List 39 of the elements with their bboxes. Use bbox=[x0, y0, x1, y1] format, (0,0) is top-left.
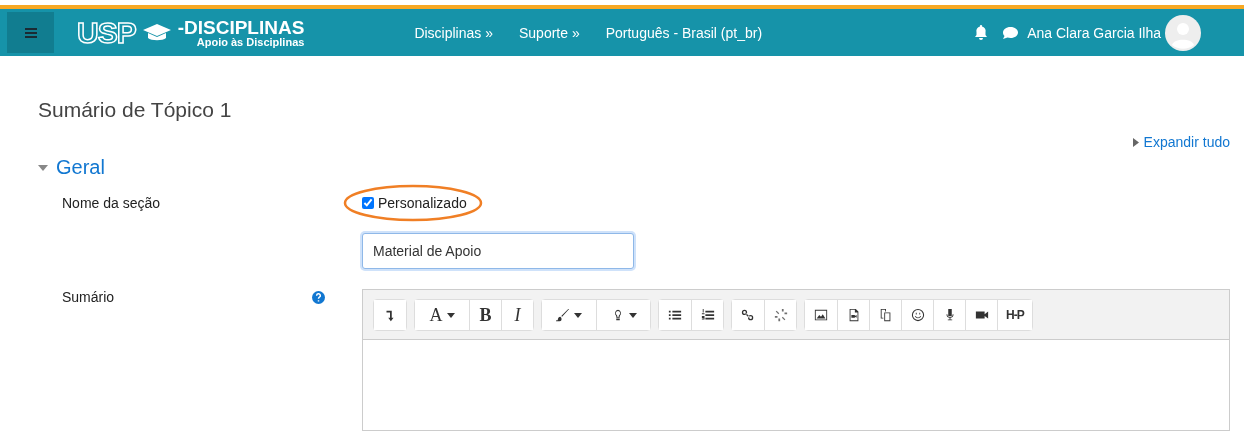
link-icon bbox=[741, 308, 755, 322]
help-icon[interactable] bbox=[312, 291, 325, 304]
toolbar-button[interactable]: H-P bbox=[997, 300, 1032, 330]
bell-icon[interactable] bbox=[974, 25, 989, 40]
smiley-icon bbox=[910, 308, 925, 322]
section-title: Geral bbox=[56, 156, 105, 179]
caret-icon bbox=[574, 312, 582, 318]
checkbox[interactable] bbox=[362, 197, 374, 209]
field-label: Nome da seção bbox=[61, 195, 162, 211]
nav-link[interactable]: Disciplinas » bbox=[414, 24, 493, 41]
nav-link[interactable]: Português - Brasil (pt_br) bbox=[605, 24, 763, 41]
user-name[interactable]: Ana Clara Garcia Ilha bbox=[1027, 24, 1161, 41]
logo-subtitle: Apoio às Disciplinas bbox=[196, 36, 305, 48]
checkbox-label: Personalizado bbox=[378, 195, 467, 211]
field-label: Sumário bbox=[61, 289, 116, 305]
section-name-field[interactable]: Material de Apoio bbox=[362, 233, 634, 269]
caret-icon bbox=[446, 312, 455, 318]
bullet-list-icon bbox=[668, 308, 682, 322]
toolbar-button[interactable] bbox=[374, 300, 406, 330]
chat-bubble-icon[interactable] bbox=[1002, 25, 1020, 40]
broken-link-icon bbox=[773, 308, 788, 322]
caret-icon bbox=[628, 312, 637, 318]
brush-icon bbox=[556, 308, 570, 322]
expand-all-link[interactable]: Expandir tudo bbox=[1132, 134, 1230, 150]
nav-link[interactable]: Suporte » bbox=[518, 24, 580, 41]
avatar-icon[interactable] bbox=[1165, 14, 1201, 51]
toolbar-button[interactable]: I bbox=[501, 300, 533, 330]
image-icon bbox=[814, 308, 828, 322]
menu-icon bbox=[24, 27, 37, 38]
copy-icon bbox=[878, 308, 893, 322]
logo-title: -DISCIPLINAS bbox=[177, 17, 305, 37]
menu-button[interactable] bbox=[7, 12, 54, 53]
toolbar-button[interactable] bbox=[596, 300, 650, 330]
toolbar-button[interactable] bbox=[691, 300, 723, 330]
numbered-list-icon bbox=[700, 308, 715, 322]
caret-down-icon[interactable] bbox=[38, 164, 48, 171]
caret-right-icon bbox=[1132, 137, 1139, 147]
logo-mark: USP bbox=[77, 15, 136, 50]
page-title: Sumário de Tópico 1 bbox=[38, 98, 233, 122]
